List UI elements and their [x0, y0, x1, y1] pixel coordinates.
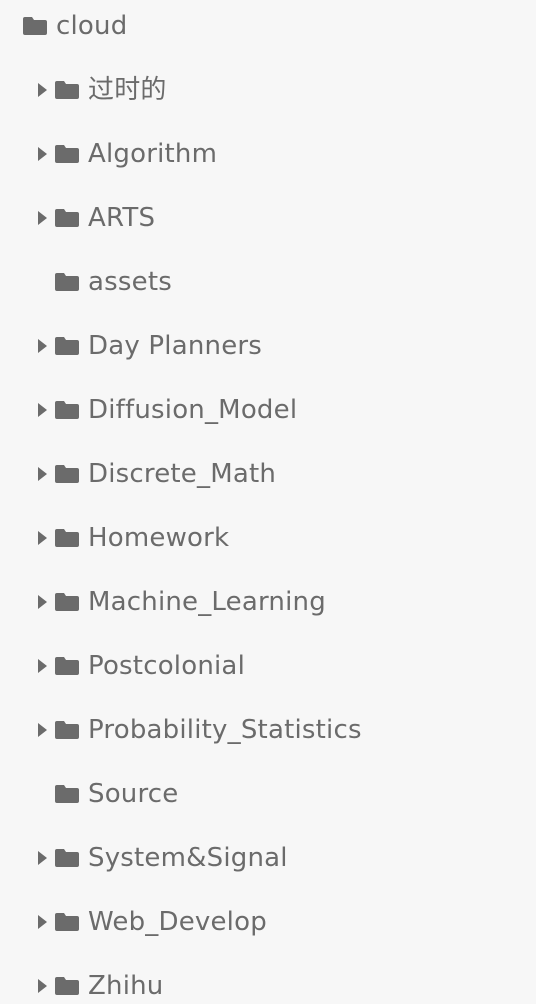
expand-arrow-icon[interactable] — [38, 211, 47, 225]
folder-icon — [54, 656, 80, 676]
file-tree: cloud 过时的 Algorithm ARTS assets Day Planners… — [0, 0, 536, 1004]
folder-icon — [54, 720, 80, 740]
tree-item-label: Zhihu — [88, 971, 164, 1001]
expand-arrow-icon[interactable] — [38, 979, 47, 993]
tree-item-label: Homework — [88, 523, 230, 553]
folder-icon — [54, 592, 80, 612]
expand-arrow-icon[interactable] — [38, 851, 47, 865]
tree-item-label: assets — [88, 267, 172, 297]
tree-item-label: Discrete_Math — [88, 459, 277, 489]
tree-item-machine-learning[interactable]: Machine_Learning — [0, 582, 536, 622]
expand-arrow-icon[interactable] — [38, 595, 47, 609]
tree-item-label: Web_Develop — [88, 907, 267, 937]
folder-icon — [54, 336, 80, 356]
tree-item-web-develop[interactable]: Web_Develop — [0, 902, 536, 942]
folder-icon — [54, 528, 80, 548]
tree-item-label: Diffusion_Model — [88, 395, 298, 425]
tree-item-label: Source — [88, 779, 179, 809]
expand-arrow-icon[interactable] — [38, 531, 47, 545]
tree-item-assets[interactable]: assets — [0, 262, 536, 302]
tree-root-label: cloud — [56, 11, 128, 41]
tree-item-label: Postcolonial — [88, 651, 245, 681]
tree-item-label: ARTS — [88, 203, 156, 233]
tree-item-day-planners[interactable]: Day Planners — [0, 326, 536, 366]
tree-item-diffusion-model[interactable]: Diffusion_Model — [0, 390, 536, 430]
tree-item-postcolonial[interactable]: Postcolonial — [0, 646, 536, 686]
tree-item-probability-statistics[interactable]: Probability_Statistics — [0, 710, 536, 750]
tree-root-cloud[interactable]: cloud — [0, 6, 536, 46]
tree-item-item-0[interactable]: 过时的 — [0, 70, 536, 110]
tree-item-source[interactable]: Source — [0, 774, 536, 814]
folder-icon — [54, 144, 80, 164]
tree-item-label: System&Signal — [88, 843, 288, 873]
folder-icon — [54, 464, 80, 484]
expand-arrow-icon[interactable] — [38, 403, 47, 417]
tree-item-system-signal[interactable]: System&Signal — [0, 838, 536, 878]
tree-item-homework[interactable]: Homework — [0, 518, 536, 558]
folder-icon — [54, 400, 80, 420]
tree-item-label: 过时的 — [88, 75, 167, 105]
folder-icon — [54, 848, 80, 868]
expand-arrow-icon[interactable] — [38, 339, 47, 353]
tree-item-discrete-math[interactable]: Discrete_Math — [0, 454, 536, 494]
expand-arrow-icon[interactable] — [38, 147, 47, 161]
folder-icon — [54, 272, 80, 292]
expand-arrow-icon[interactable] — [38, 467, 47, 481]
tree-item-arts[interactable]: ARTS — [0, 198, 536, 238]
tree-item-label: Machine_Learning — [88, 587, 326, 617]
folder-icon — [54, 976, 80, 996]
folder-icon — [54, 208, 80, 228]
tree-item-label: Algorithm — [88, 139, 218, 169]
folder-icon — [54, 80, 80, 100]
folder-icon — [54, 784, 80, 804]
expand-arrow-icon[interactable] — [38, 915, 47, 929]
tree-item-zhihu[interactable]: Zhihu — [0, 966, 536, 1004]
expand-arrow-icon[interactable] — [38, 723, 47, 737]
tree-item-label: Day Planners — [88, 331, 263, 361]
tree-item-algorithm[interactable]: Algorithm — [0, 134, 536, 174]
expand-arrow-icon[interactable] — [38, 659, 47, 673]
tree-item-label: Probability_Statistics — [88, 715, 362, 745]
expand-arrow-icon[interactable] — [38, 83, 47, 97]
folder-icon — [54, 912, 80, 932]
folder-icon — [22, 16, 48, 36]
